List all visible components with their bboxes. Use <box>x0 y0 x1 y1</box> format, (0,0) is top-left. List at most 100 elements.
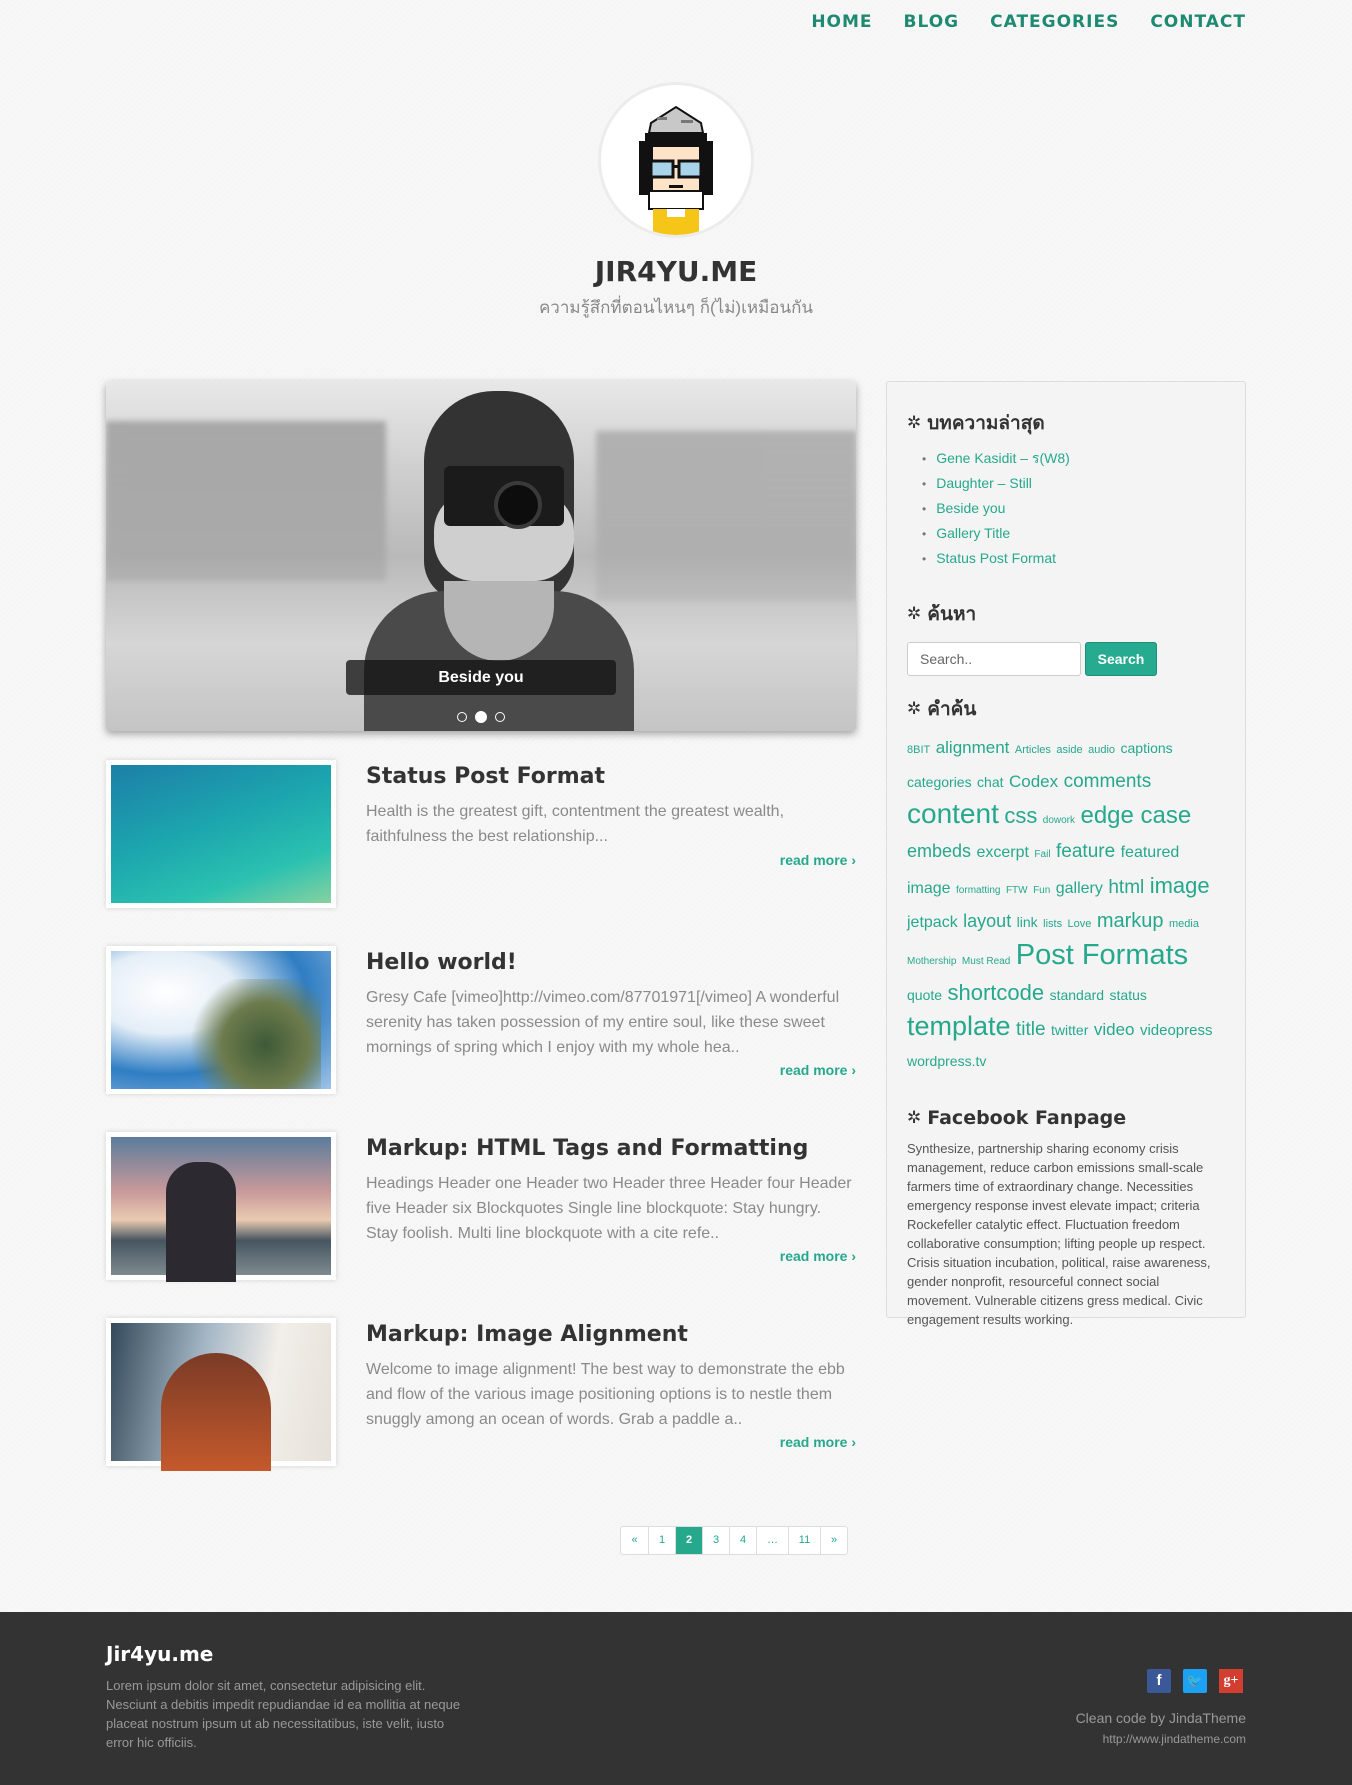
gear-icon: ✲ <box>907 413 922 433</box>
nav-categories[interactable]: CATEGORIES <box>990 12 1119 32</box>
tag-link[interactable]: captions <box>1121 740 1173 756</box>
tag-link[interactable]: layout <box>963 911 1011 931</box>
pagination-page-3[interactable]: 3 <box>702 1527 729 1554</box>
post-thumbnail[interactable] <box>106 1318 336 1471</box>
google-plus-icon[interactable]: g+ <box>1219 1669 1243 1693</box>
pagination-page-11[interactable]: 11 <box>788 1527 820 1554</box>
post-title[interactable]: Status Post Format <box>366 764 605 789</box>
twitter-icon[interactable]: 🐦 <box>1183 1669 1207 1693</box>
slider-dot-3[interactable] <box>495 711 506 722</box>
tag-link[interactable]: video <box>1094 1020 1135 1039</box>
post-thumbnail[interactable] <box>106 1132 336 1282</box>
post-item: Status Post Format Health is the greates… <box>106 760 856 946</box>
post-thumbnail[interactable] <box>106 946 336 1094</box>
tag-link[interactable]: image <box>1150 873 1210 898</box>
read-more-link[interactable]: read more › <box>780 1062 856 1078</box>
nav-contact[interactable]: CONTACT <box>1150 12 1246 32</box>
tag-link[interactable]: Love <box>1068 918 1092 930</box>
tag-link[interactable]: audio <box>1088 744 1115 756</box>
tag-link[interactable]: edge case <box>1080 802 1191 829</box>
tag-link[interactable]: content <box>907 798 999 829</box>
tag-link[interactable]: Must Read <box>962 956 1010 967</box>
slider-dot-2[interactable] <box>475 710 487 723</box>
tag-link[interactable]: Fail <box>1034 849 1050 860</box>
featured-slider[interactable]: Beside you <box>106 381 856 731</box>
post-title[interactable]: Hello world! <box>366 950 517 975</box>
tag-link[interactable]: standard <box>1050 987 1104 1003</box>
tag-link[interactable]: videopress <box>1140 1022 1213 1039</box>
tag-link[interactable]: gallery <box>1056 880 1103 897</box>
recent-post-link[interactable]: Gene Kasidit – ร(W8) <box>922 446 1225 471</box>
pagination: « 1 2 3 4 … 11 » <box>620 1526 848 1555</box>
slider-caption[interactable]: Beside you <box>346 660 616 695</box>
tag-link[interactable]: formatting <box>956 885 1000 896</box>
post-title[interactable]: Markup: Image Alignment <box>366 1322 688 1347</box>
tag-link[interactable]: template <box>907 1011 1011 1041</box>
widget-search: ✲ ค้นหา Search <box>907 599 1225 676</box>
pagination-page-4[interactable]: 4 <box>729 1527 756 1554</box>
tag-link[interactable]: link <box>1017 914 1038 930</box>
read-more-link[interactable]: read more › <box>780 1248 856 1264</box>
tag-link[interactable]: embeds <box>907 841 971 861</box>
site-title[interactable]: JIR4YU.ME <box>0 255 1352 288</box>
tag-link[interactable]: twitter <box>1051 1022 1088 1038</box>
pagination-prev[interactable]: « <box>621 1527 648 1554</box>
nav-home[interactable]: HOME <box>811 12 872 32</box>
tag-link[interactable]: excerpt <box>977 844 1029 861</box>
tag-link[interactable]: wordpress.tv <box>907 1053 986 1069</box>
read-more-link[interactable]: read more › <box>780 852 856 868</box>
tag-link[interactable]: markup <box>1097 910 1164 932</box>
tag-link[interactable]: Codex <box>1009 772 1058 791</box>
main-content: Beside you Status Post Format Health is … <box>106 381 856 1504</box>
tag-link[interactable]: comments <box>1064 771 1152 792</box>
tag-link[interactable]: jetpack <box>907 914 958 931</box>
tag-link[interactable]: Mothership <box>907 956 956 967</box>
facebook-widget-text: Synthesize, partnership sharing economy … <box>907 1141 1211 1327</box>
recent-post-link[interactable]: Status Post Format <box>922 546 1225 571</box>
read-more-link[interactable]: read more › <box>780 1434 856 1450</box>
pagination-next[interactable]: » <box>820 1527 847 1554</box>
avatar[interactable] <box>598 82 754 238</box>
facebook-widget-title: Facebook Fanpage <box>927 1107 1127 1129</box>
search-form: Search <box>907 642 1225 676</box>
recent-post-link[interactable]: Daughter – Still <box>922 471 1225 496</box>
tag-link[interactable]: image <box>907 880 951 897</box>
tag-link[interactable]: dowork <box>1043 815 1075 826</box>
tag-link[interactable]: media <box>1169 918 1199 930</box>
tag-link[interactable]: title <box>1016 1019 1046 1040</box>
tag-link[interactable]: featured <box>1121 844 1180 861</box>
slider-dot-1[interactable] <box>456 711 467 722</box>
footer-credit-link[interactable]: http://www.jindatheme.com <box>1103 1732 1246 1746</box>
tag-link[interactable]: chat <box>977 774 1003 790</box>
tag-link[interactable]: shortcode <box>948 980 1045 1005</box>
recent-post-link[interactable]: Gallery Title <box>922 521 1225 546</box>
tag-link[interactable]: 8BIT <box>907 744 930 756</box>
pagination-page-2-current[interactable]: 2 <box>675 1527 702 1554</box>
search-input[interactable] <box>907 642 1081 676</box>
search-button[interactable]: Search <box>1085 642 1157 676</box>
tag-link[interactable]: FTW <box>1006 885 1028 896</box>
tag-link[interactable]: status <box>1110 987 1147 1003</box>
tag-link[interactable]: css <box>1004 803 1037 828</box>
post-thumbnail[interactable] <box>106 760 336 908</box>
recent-post-link[interactable]: Beside you <box>922 496 1225 521</box>
tag-link[interactable]: Fun <box>1033 885 1050 896</box>
post-title[interactable]: Markup: HTML Tags and Formatting <box>366 1136 808 1161</box>
tag-link[interactable]: quote <box>907 987 942 1003</box>
post-excerpt: Welcome to image alignment! The best way… <box>366 1361 845 1428</box>
tag-link[interactable]: Post Formats <box>1016 939 1188 971</box>
slider-image-background <box>596 431 856 601</box>
tag-link[interactable]: lists <box>1043 918 1062 930</box>
tag-link[interactable]: feature <box>1056 841 1115 862</box>
tag-link[interactable]: Articles <box>1015 744 1051 756</box>
tag-link[interactable]: aside <box>1056 744 1082 756</box>
facebook-icon[interactable]: f <box>1147 1669 1171 1693</box>
widget-title: ✲ คำค้น <box>907 694 1225 724</box>
tag-link[interactable]: alignment <box>936 738 1010 757</box>
tag-link[interactable]: categories <box>907 774 972 790</box>
tags-widget-title: คำค้น <box>927 698 977 720</box>
tag-link[interactable]: html <box>1108 877 1144 898</box>
nav-blog[interactable]: BLOG <box>904 12 960 32</box>
post-item: Hello world! Gresy Cafe [vimeo]http://vi… <box>106 946 856 1132</box>
pagination-page-1[interactable]: 1 <box>648 1527 675 1554</box>
